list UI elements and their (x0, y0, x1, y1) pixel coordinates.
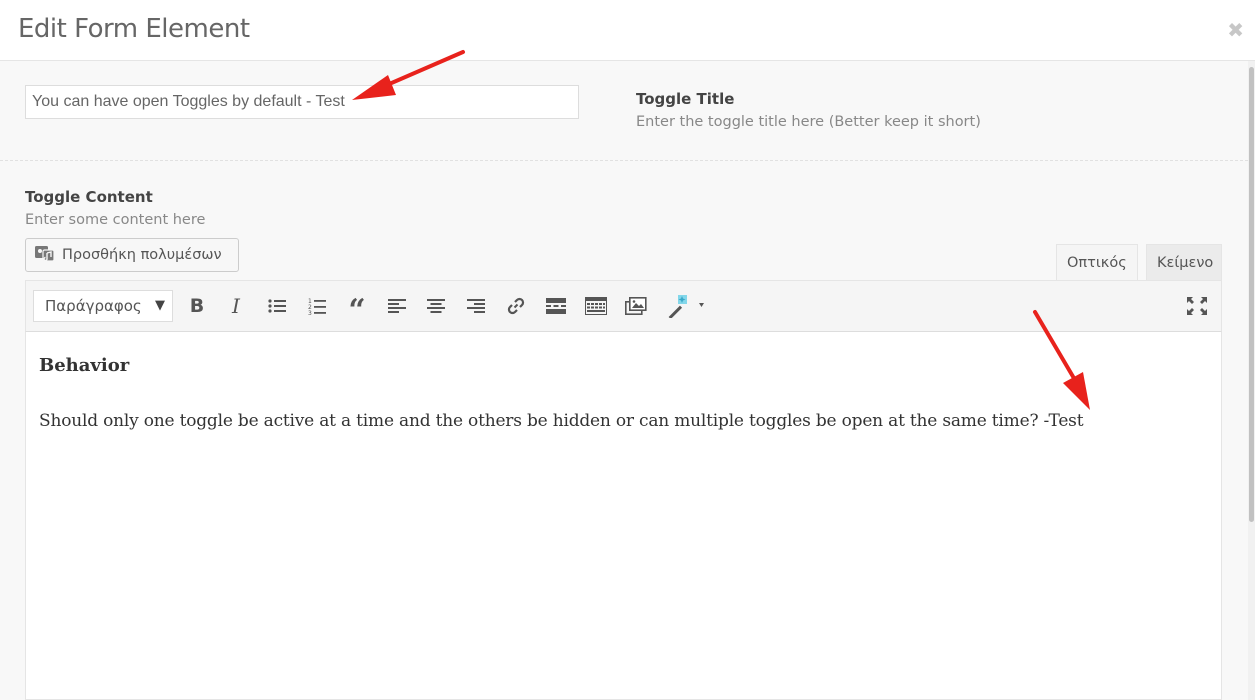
scrollbar[interactable] (1248, 61, 1255, 700)
format-select-value: Παράγραφος (45, 297, 142, 315)
magic-wand-icon[interactable] (663, 293, 711, 319)
italic-icon[interactable]: I (223, 293, 249, 319)
toggle-title-input[interactable] (25, 85, 579, 119)
tab-visual[interactable]: Οπτικός (1056, 244, 1138, 281)
tab-text[interactable]: Κείμενο (1146, 244, 1222, 281)
chevron-down-icon: ▼ (155, 298, 165, 313)
gallery-icon[interactable] (623, 293, 649, 319)
svg-text:3: 3 (308, 310, 312, 315)
scrollbar-thumb[interactable] (1249, 67, 1254, 522)
bold-icon[interactable]: B (184, 293, 210, 319)
toggle-title-row: Toggle Title Enter the toggle title here… (0, 61, 1248, 161)
editor-toolbar: Παράγραφος ▼ B I 123 “ (25, 280, 1222, 332)
add-media-icon (34, 243, 56, 268)
numbered-list-icon[interactable]: 123 (304, 293, 330, 319)
toggle-title-label: Toggle Title (636, 90, 735, 108)
toggle-content-label: Toggle Content (25, 188, 153, 206)
editor-heading: Behavior (39, 355, 130, 376)
align-center-icon[interactable] (423, 293, 449, 319)
format-select[interactable]: Παράγραφος ▼ (33, 290, 173, 322)
toggle-content-description: Enter some content here (25, 212, 206, 228)
add-media-label: Προσθήκη πολυμέσων (62, 247, 222, 263)
bulleted-list-icon[interactable] (264, 293, 290, 319)
editor-paragraph: Should only one toggle be active at a ti… (39, 411, 1084, 431)
read-more-icon[interactable] (543, 293, 569, 319)
link-icon[interactable] (503, 293, 529, 319)
align-left-icon[interactable] (384, 293, 410, 319)
content-editor[interactable]: Behavior Should only one toggle be activ… (25, 331, 1222, 700)
close-icon[interactable]: ✖ (1227, 18, 1244, 42)
modal-header: Edit Form Element ✖ (0, 0, 1255, 61)
toggle-title-description: Enter the toggle title here (Better keep… (636, 114, 981, 130)
toolbar-toggle-icon[interactable] (583, 293, 609, 319)
modal-title: Edit Form Element (18, 14, 250, 44)
fullscreen-icon[interactable] (1184, 293, 1210, 319)
align-right-icon[interactable] (463, 293, 489, 319)
blockquote-icon[interactable]: “ (344, 293, 370, 326)
add-media-button[interactable]: Προσθήκη πολυμέσων (25, 238, 239, 272)
